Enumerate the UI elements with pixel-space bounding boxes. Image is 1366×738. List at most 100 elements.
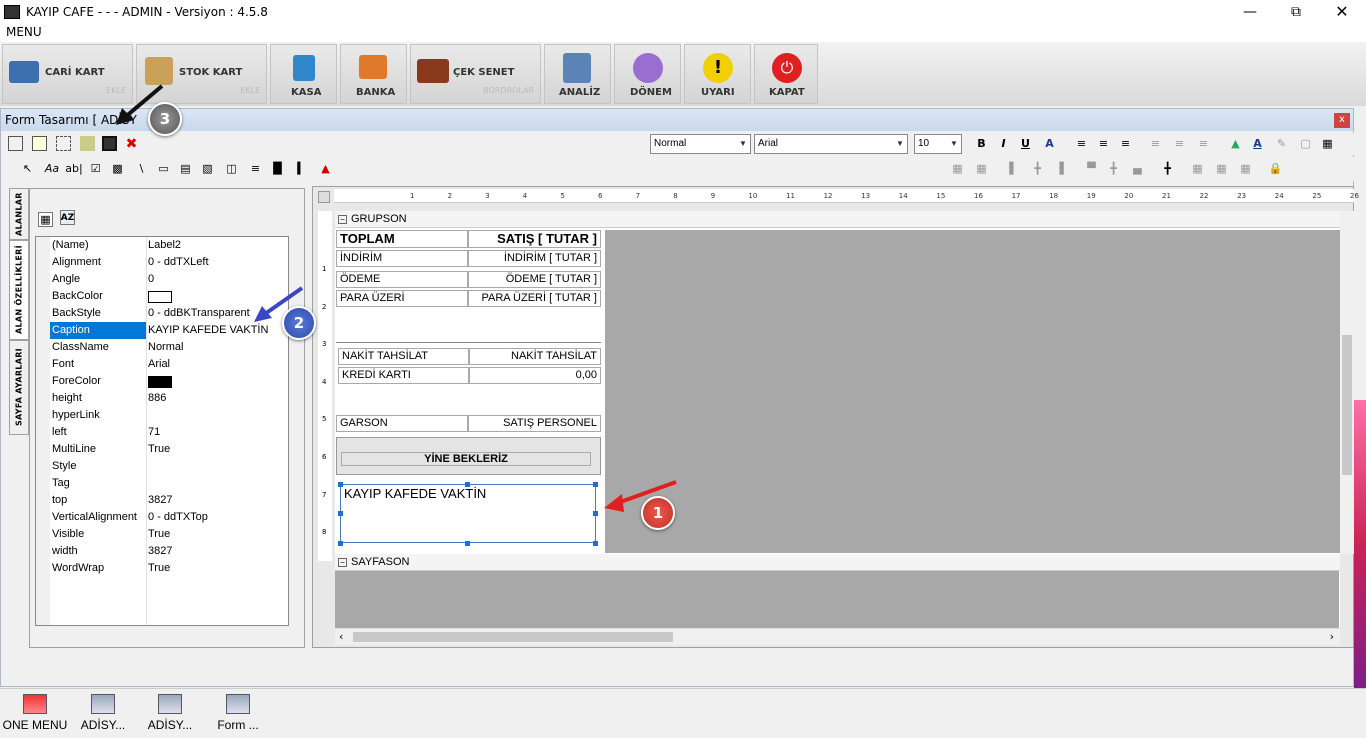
categorized-icon[interactable]: ▦ — [38, 212, 53, 227]
property-value[interactable]: Arial — [148, 358, 170, 370]
section-grupson[interactable]: − GRUPSON — [335, 211, 1340, 228]
same-size-icon[interactable]: ▦ — [1238, 161, 1253, 176]
resize-handle[interactable] — [338, 482, 343, 487]
task-one-menu[interactable]: ONE MENU — [0, 692, 70, 736]
align-center-icon[interactable]: ≡ — [1096, 136, 1111, 151]
report-label[interactable]: NAKİT TAHSİLAT — [338, 348, 469, 365]
ole-tool-icon[interactable]: ◫ — [224, 161, 239, 176]
tab-alanlar[interactable]: ALANLAR — [9, 188, 29, 240]
property-row[interactable]: (Name) Label2 — [36, 237, 288, 254]
ocx-tool-icon[interactable]: █ — [270, 161, 285, 176]
bold-icon[interactable]: B — [974, 136, 989, 151]
property-row[interactable]: Angle 0 — [36, 271, 288, 288]
minimize-button[interactable]: — — [1227, 0, 1273, 23]
report-field[interactable]: SATIŞ [ TUTAR ] — [468, 230, 601, 248]
fill-icon[interactable]: ▲ — [1228, 136, 1243, 151]
resize-handle[interactable] — [593, 541, 598, 546]
save-icon[interactable] — [102, 136, 117, 151]
property-value[interactable]: 0 — [148, 273, 154, 285]
property-value[interactable]: 0 - ddTXTop — [148, 511, 208, 523]
menu-item[interactable]: MENU — [6, 25, 42, 39]
resize-handle[interactable] — [593, 511, 598, 516]
property-value[interactable]: True — [148, 528, 170, 540]
property-row[interactable]: Alignment 0 - ddTXLeft — [36, 254, 288, 271]
size-combo[interactable]: 10 ▼ — [914, 134, 962, 154]
outdent-icon[interactable]: ≡ — [1172, 136, 1187, 151]
report-field[interactable]: PARA ÜZERİ [ TUTAR ] — [468, 290, 601, 307]
open-icon[interactable] — [32, 136, 47, 151]
report-field[interactable]: SATIŞ PERSONEL — [468, 415, 601, 432]
vertical-scrollbar[interactable] — [1340, 211, 1354, 554]
alphabetical-icon[interactable]: AZ — [60, 210, 75, 225]
resize-handle[interactable] — [338, 541, 343, 546]
resize-handle[interactable] — [593, 482, 598, 487]
restore-button[interactable]: ⧉ — [1273, 0, 1319, 23]
property-row[interactable]: Font Arial — [36, 356, 288, 373]
property-value[interactable]: 3827 — [148, 545, 172, 557]
align-rights-icon[interactable]: ▐ — [1052, 161, 1067, 176]
select-icon[interactable] — [56, 136, 71, 151]
report-label[interactable]: GARSON — [336, 415, 468, 432]
kasa-button[interactable]: KASA — [270, 44, 337, 104]
lock-icon[interactable]: 🔒 — [1268, 161, 1283, 176]
banka-button[interactable]: BANKA — [340, 44, 407, 104]
barcode-tool-icon[interactable]: ▍ — [294, 161, 309, 176]
stok-kart-button[interactable]: STOK KART EKLE — [136, 44, 267, 104]
footer-text[interactable]: YİNE BEKLERİZ — [341, 452, 591, 466]
report-label[interactable]: ÖDEME — [336, 271, 468, 288]
resize-handle[interactable] — [465, 541, 470, 546]
resize-handle[interactable] — [338, 511, 343, 516]
property-row[interactable]: left 71 — [36, 424, 288, 441]
crosstab-tool-icon[interactable]: ▲ — [318, 161, 333, 176]
donem-button[interactable]: DÖNEM — [614, 44, 681, 104]
property-value[interactable]: 886 — [148, 392, 166, 404]
italic-icon[interactable]: I — [996, 136, 1011, 151]
task-form[interactable]: Form ... — [203, 692, 273, 736]
same-width-icon[interactable]: ▦ — [1190, 161, 1205, 176]
property-value[interactable]: Label2 — [148, 239, 181, 251]
kapat-button[interactable]: ⏻ KAPAT — [754, 44, 818, 104]
section-sayfason[interactable]: − SAYFASON — [335, 554, 1340, 571]
color-swatch[interactable] — [148, 376, 172, 388]
property-row[interactable]: WordWrap True — [36, 560, 288, 577]
font-color-icon[interactable]: A — [1042, 136, 1057, 151]
property-row[interactable]: BackStyle 0 - ddBKTransparent — [36, 305, 288, 322]
property-row[interactable]: hyperLink — [36, 407, 288, 424]
report-label[interactable]: TOPLAM — [336, 230, 468, 248]
resize-handle[interactable] — [465, 482, 470, 487]
report-field[interactable]: İNDİRİM [ TUTAR ] — [468, 250, 601, 267]
align-lefts-icon[interactable]: ▌ — [1006, 161, 1021, 176]
property-row[interactable]: width 3827 — [36, 543, 288, 560]
border-icon[interactable]: ▢ — [1298, 136, 1313, 151]
chevron-right-icon[interactable]: › — [1330, 630, 1334, 643]
image-tool-icon[interactable]: ▩ — [110, 161, 125, 176]
report-field[interactable]: NAKİT TAHSİLAT — [469, 348, 601, 365]
pointer-icon[interactable]: ↖ — [20, 161, 35, 176]
line-tool-icon[interactable]: \ — [134, 161, 149, 176]
task-adisy-1[interactable]: ADİSY... — [68, 692, 138, 736]
size-grid-icon[interactable]: ▦ — [974, 161, 989, 176]
property-row[interactable]: height 886 — [36, 390, 288, 407]
property-row[interactable]: BackColor — [36, 288, 288, 305]
selected-label[interactable]: KAYIP KAFEDE VAKTİN — [340, 484, 596, 543]
delete-icon[interactable]: ✖ — [124, 136, 139, 152]
tab-sayfa-ayarlari[interactable]: SAYFA AYARLARI — [9, 340, 29, 435]
list-icon[interactable]: ≡ — [1148, 136, 1163, 151]
align-grid-icon[interactable]: ▦ — [950, 161, 965, 176]
property-row[interactable]: ClassName Normal — [36, 339, 288, 356]
center-icon[interactable]: ╋ — [1160, 161, 1175, 176]
task-adisy-2[interactable]: ADİSY... — [135, 692, 205, 736]
pagebreak-tool-icon[interactable]: ≡ — [248, 161, 263, 176]
align-left-icon[interactable]: ≡ — [1074, 136, 1089, 151]
report-field[interactable]: 0,00 — [469, 367, 601, 384]
shape-tool-icon[interactable]: ▭ — [156, 161, 171, 176]
underline-icon[interactable]: U — [1018, 136, 1033, 151]
property-row[interactable]: MultiLine True — [36, 441, 288, 458]
align-right-icon[interactable]: ≡ — [1118, 136, 1133, 151]
textbox-tool-icon[interactable]: ab| — [64, 161, 84, 176]
report-label[interactable]: İNDİRİM — [336, 250, 468, 267]
property-value[interactable]: Normal — [148, 341, 183, 353]
fore-color-icon[interactable]: A — [1250, 136, 1265, 151]
report-field[interactable]: ÖDEME [ TUTAR ] — [468, 271, 601, 288]
style-combo[interactable]: Normal ▼ — [650, 134, 751, 154]
